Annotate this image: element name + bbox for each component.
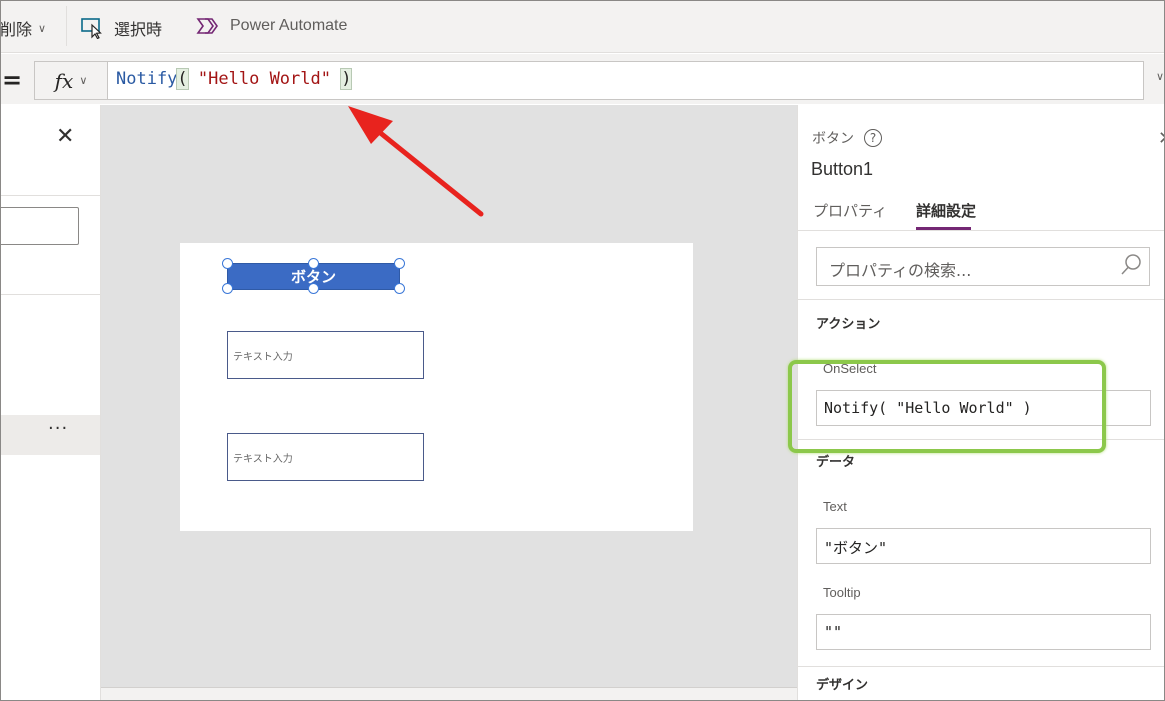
control-type-label: ボタン	[812, 131, 854, 147]
resize-handle[interactable]	[394, 283, 405, 294]
formula-expand-icon[interactable]: ∨	[1156, 70, 1164, 83]
divider	[798, 230, 1165, 231]
formula-string: "Hello World"	[197, 69, 331, 89]
formula-input[interactable]: Notify( "Hello World" )	[107, 61, 1144, 100]
section-data[interactable]: データ	[816, 451, 855, 470]
tab-properties[interactable]: プロパティ	[813, 200, 887, 221]
app-text-input[interactable]: テキスト入力	[227, 433, 424, 481]
onselect-label: 選択時	[114, 20, 163, 39]
section-design[interactable]: デザイン	[816, 674, 868, 693]
formula-function: Notify	[116, 69, 178, 89]
divider	[0, 294, 100, 295]
tooltip-prop-label: Tooltip	[823, 585, 861, 600]
resize-handle[interactable]	[394, 258, 405, 269]
resize-handle[interactable]	[222, 283, 233, 294]
resize-handle[interactable]	[222, 258, 233, 269]
close-icon[interactable]: ✕	[56, 124, 74, 149]
toolbar-divider	[66, 6, 67, 46]
text-prop-field[interactable]: "ボタン"	[816, 528, 1151, 564]
power-automate-label: Power Automate	[230, 17, 348, 34]
fx-icon: fx	[54, 68, 74, 93]
fx-function-button[interactable]: fx ∨	[34, 61, 108, 100]
tree-search-input[interactable]	[0, 207, 79, 245]
divider	[0, 195, 100, 196]
search-icon[interactable]	[1120, 253, 1142, 277]
chevron-down-icon: ∨	[79, 74, 88, 87]
onselect-button[interactable]: 選択時	[81, 16, 162, 40]
divider	[798, 666, 1165, 667]
text-prop-label: Text	[823, 499, 847, 514]
section-action[interactable]: アクション	[816, 313, 880, 332]
control-name[interactable]: Button1	[811, 159, 873, 180]
chevron-down-icon: ∨	[38, 21, 47, 35]
divider	[798, 299, 1165, 300]
select-cursor-icon	[81, 18, 102, 39]
delete-button[interactable]: 削除 ∨	[0, 16, 46, 40]
tab-advanced[interactable]: 詳細設定	[916, 200, 976, 221]
toolbar	[0, 0, 1165, 53]
canvas-bottom-bar	[101, 687, 797, 701]
tooltip-prop-field[interactable]: ""	[816, 614, 1151, 650]
help-icon[interactable]: ?	[864, 129, 882, 147]
app-text-input[interactable]: テキスト入力	[227, 331, 424, 379]
close-icon[interactable]: ✕	[1158, 128, 1165, 149]
delete-label: 削除	[0, 20, 33, 39]
formula-open-paren: (	[176, 68, 189, 90]
control-type: ボタン ?	[812, 128, 882, 148]
more-options-icon[interactable]: ···	[48, 418, 68, 439]
formula-close-paren: )	[340, 68, 353, 90]
power-automate-button[interactable]: Power Automate	[196, 16, 347, 36]
property-equals: =	[2, 66, 23, 94]
power-automate-icon	[196, 18, 218, 34]
resize-handle[interactable]	[308, 258, 319, 269]
highlight-box	[788, 360, 1106, 453]
property-search-input[interactable]: プロパティの検索...	[816, 247, 1150, 286]
resize-handle[interactable]	[308, 283, 319, 294]
